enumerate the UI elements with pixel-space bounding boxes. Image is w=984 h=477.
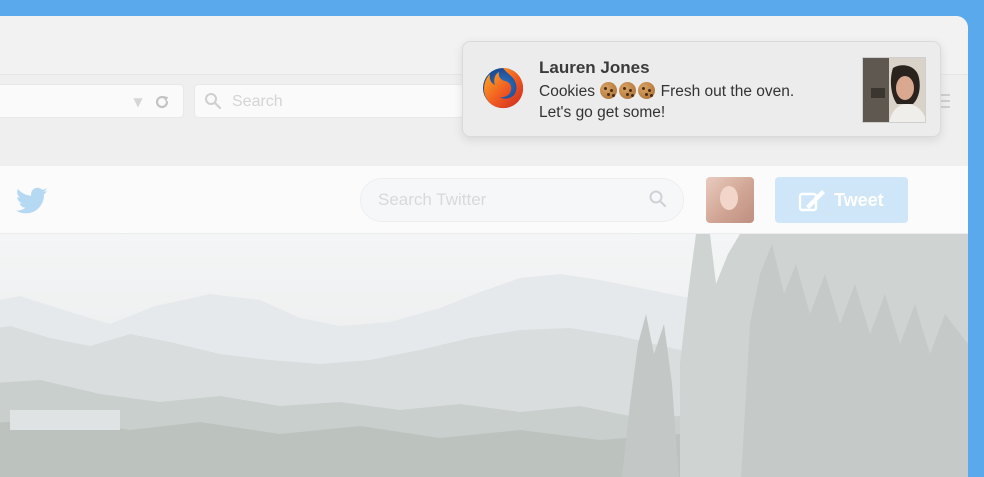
profile-header-image [0, 234, 968, 477]
cookie-emoji [638, 82, 656, 99]
message-text-line-2: Let's go get some! [539, 104, 666, 121]
message-text-start: Cookies [539, 83, 595, 100]
notification-sender-name: Lauren Jones [539, 58, 650, 77]
notification-banner[interactable]: Lauren Jones Cookies Fresh out the oven.… [462, 41, 941, 137]
firefox-icon [483, 68, 524, 109]
twitter-bird-icon[interactable] [16, 187, 48, 215]
search-icon [205, 93, 222, 110]
browser-search-placeholder: Search [232, 93, 283, 110]
sender-photo [862, 57, 926, 123]
notification-message: Cookies Fresh out the oven. Let's go get… [539, 81, 849, 123]
profile-avatar[interactable] [706, 177, 754, 223]
cookie-emoji [600, 82, 618, 99]
twitter-search-placeholder: Search Twitter [378, 190, 487, 209]
twitter-search-icon[interactable] [648, 189, 668, 209]
tweet-button-label: Tweet [834, 190, 884, 210]
url-history-dropdown-icon[interactable]: ▼ [130, 94, 146, 110]
reload-icon[interactable] [152, 92, 172, 112]
cookie-emoji [619, 82, 637, 99]
compose-tweet-icon [798, 190, 825, 212]
message-text-end: Fresh out the oven. [656, 83, 795, 100]
mountain-landscape [0, 234, 968, 477]
